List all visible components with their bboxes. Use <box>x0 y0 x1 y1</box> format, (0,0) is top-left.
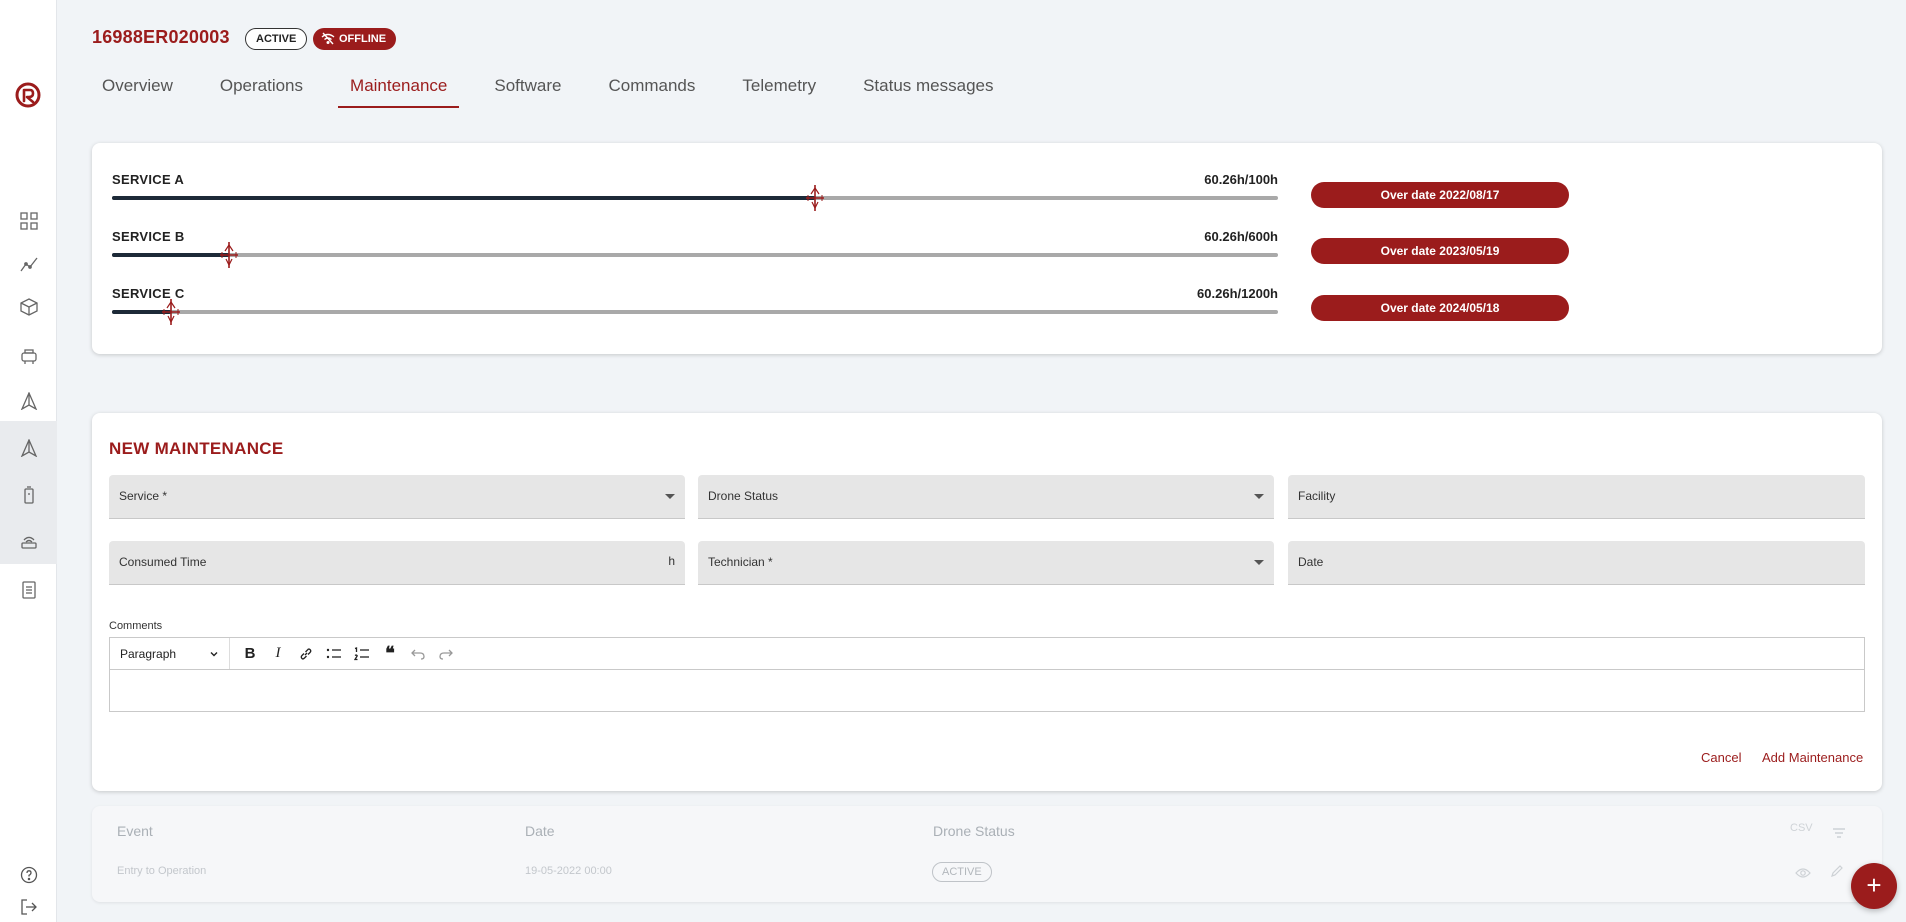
bold-icon[interactable]: B <box>236 640 264 668</box>
service-select-label: Service * <box>119 489 168 503</box>
drone-marker-icon <box>803 184 827 212</box>
tab-bar: Overview Operations Maintenance Software… <box>90 70 1028 110</box>
date-input[interactable]: Date <box>1288 541 1865 585</box>
drone-status-select[interactable]: Drone Status <box>698 475 1274 519</box>
paragraph-select-label: Paragraph <box>120 646 177 661</box>
csv-export-button[interactable]: CSV <box>1790 822 1813 834</box>
tab-telemetry[interactable]: Telemetry <box>730 70 828 110</box>
column-header-event[interactable]: Event <box>117 823 153 839</box>
paragraph-select[interactable]: Paragraph <box>110 638 230 669</box>
drone-marker-icon <box>217 241 241 269</box>
over-date-badge: Over date 2024/05/18 <box>1311 295 1569 321</box>
editor-toolbar: Paragraph B I ❝ <box>109 637 1865 670</box>
consumed-time-input[interactable]: Consumed Time h <box>109 541 685 585</box>
service-progress-track <box>112 299 1278 325</box>
facility-input[interactable]: Facility <box>1288 475 1865 519</box>
tab-operations[interactable]: Operations <box>208 70 315 110</box>
edit-icon[interactable] <box>1830 864 1844 883</box>
tab-commands[interactable]: Commands <box>596 70 707 110</box>
filter-icon[interactable] <box>1832 825 1846 843</box>
tab-maintenance[interactable]: Maintenance <box>338 70 460 110</box>
over-date-badge: Over date 2022/08/17 <box>1311 182 1569 208</box>
caret-down-icon <box>665 494 675 499</box>
chevron-down-icon <box>210 651 218 656</box>
sidebar <box>0 0 57 922</box>
cell-event: Entry to Operation <box>117 865 207 877</box>
undo-icon[interactable] <box>404 640 432 668</box>
printer-icon[interactable] <box>18 346 40 368</box>
logo-icon[interactable] <box>14 81 42 109</box>
date-input-label: Date <box>1298 555 1324 569</box>
router-icon[interactable] <box>18 530 40 552</box>
connection-badge: OFFLINE <box>313 28 397 50</box>
service-progress-track <box>112 185 1278 211</box>
connection-badge-label: OFFLINE <box>339 33 387 45</box>
technician-select[interactable]: Technician * <box>698 541 1274 585</box>
drone-status-select-label: Drone Status <box>708 489 779 503</box>
service-hours: 60.26h/100h <box>1204 172 1278 187</box>
cancel-button[interactable]: Cancel <box>1701 750 1741 765</box>
facility-input-label: Facility <box>1298 489 1336 503</box>
blockquote-icon[interactable]: ❝ <box>376 640 404 668</box>
tab-overview[interactable]: Overview <box>90 70 185 110</box>
column-header-drone-status[interactable]: Drone Status <box>933 823 1015 839</box>
service-select[interactable]: Service * <box>109 475 685 519</box>
service-progress-track <box>112 242 1278 268</box>
section-title: NEW MAINTENANCE <box>109 439 284 458</box>
package-icon[interactable] <box>18 296 40 318</box>
logout-icon[interactable] <box>18 896 40 918</box>
status-badge: ACTIVE <box>245 28 308 50</box>
bulleted-list-icon[interactable] <box>320 640 348 668</box>
technician-select-label: Technician * <box>708 555 773 569</box>
drone-icon[interactable] <box>18 390 40 412</box>
cell-date: 19-05-2022 00:00 <box>525 865 612 877</box>
add-fab-button[interactable]: + <box>1851 863 1897 909</box>
service-progress-fill <box>112 196 815 200</box>
service-hours: 60.26h/600h <box>1204 229 1278 244</box>
dashboard-icon[interactable] <box>18 210 40 232</box>
column-header-date[interactable]: Date <box>525 823 555 839</box>
document-icon[interactable] <box>18 579 40 601</box>
link-icon[interactable] <box>292 640 320 668</box>
comments-label: Comments <box>109 620 163 632</box>
analytics-icon[interactable] <box>18 253 40 275</box>
caret-down-icon <box>1254 494 1264 499</box>
service-hours: 60.26h/1200h <box>1197 286 1278 301</box>
cell-drone-status-badge: ACTIVE <box>932 862 992 882</box>
eye-icon[interactable] <box>1795 866 1811 884</box>
over-date-badge: Over date 2023/05/19 <box>1311 238 1569 264</box>
tab-software[interactable]: Software <box>482 70 573 110</box>
new-maintenance-card: NEW MAINTENANCE Service * Drone Status F… <box>92 413 1882 791</box>
drone-marker-icon <box>159 298 183 326</box>
consumed-time-input-label: Consumed Time <box>119 555 207 569</box>
service-name: SERVICE B <box>112 229 185 244</box>
service-status-card: SERVICE A 60.26h/100h Over date 2022/08/… <box>92 143 1882 354</box>
battery-icon[interactable] <box>18 484 40 506</box>
comments-editor[interactable] <box>109 670 1865 712</box>
help-icon[interactable] <box>18 864 40 886</box>
add-maintenance-button[interactable]: Add Maintenance <box>1762 750 1863 765</box>
service-name: SERVICE A <box>112 172 185 187</box>
maintenance-table: Event Date Drone Status CSV Entry to Ope… <box>92 806 1882 902</box>
drone-icon[interactable] <box>18 437 40 459</box>
italic-icon[interactable]: I <box>264 640 292 668</box>
tab-status-messages[interactable]: Status messages <box>851 70 1005 110</box>
wifi-off-icon <box>321 32 335 45</box>
redo-icon[interactable] <box>432 640 460 668</box>
numbered-list-icon[interactable] <box>348 640 376 668</box>
hours-unit-suffix: h <box>668 554 675 568</box>
service-progress-fill <box>112 253 230 257</box>
caret-down-icon <box>1254 560 1264 565</box>
device-id-title: 16988ER020003 <box>92 27 230 47</box>
